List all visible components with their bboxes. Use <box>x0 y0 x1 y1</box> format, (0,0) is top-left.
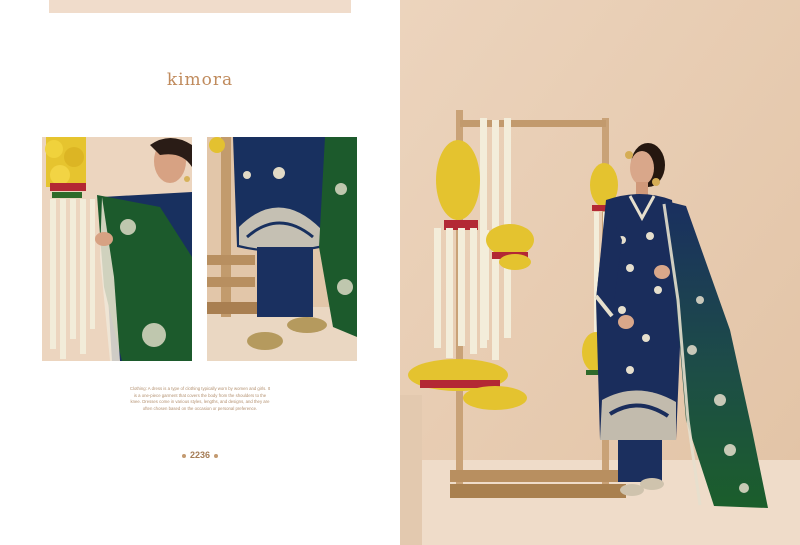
detail-photo-hem <box>207 137 357 361</box>
detail-photo-dupatta <box>42 137 192 361</box>
dot-icon <box>181 453 186 458</box>
catalog-code: 2236 <box>170 450 230 460</box>
catalog-page: kimora Clothing: A dress is a type of cl… <box>0 0 800 545</box>
hero-photo <box>400 0 800 545</box>
brand-logo: kimora <box>166 70 234 90</box>
top-image-strip <box>49 0 351 13</box>
left-panel: kimora Clothing: A dress is a type of cl… <box>0 0 400 545</box>
detail-photo-dupatta-image <box>42 137 192 361</box>
detail-photo-hem-image <box>207 137 357 361</box>
hero-photo-image <box>400 0 800 545</box>
product-description: Clothing: A dress is a type of clothing … <box>129 386 271 411</box>
dot-icon <box>214 453 219 458</box>
catalog-code-text: 2236 <box>189 450 211 460</box>
